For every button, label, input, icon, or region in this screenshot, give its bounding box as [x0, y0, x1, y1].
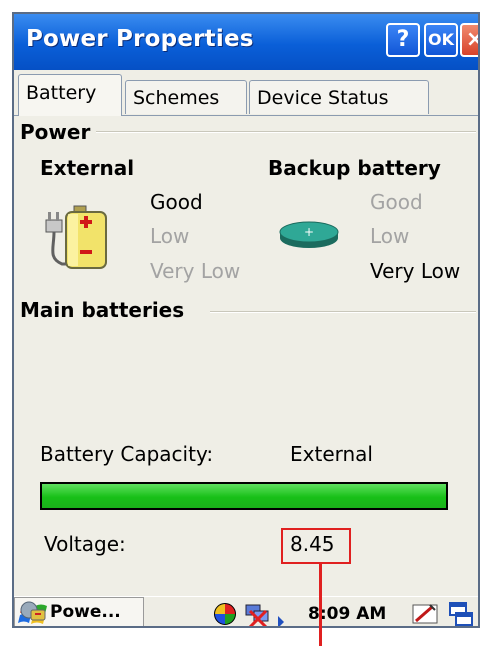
window-title: Power Properties [26, 26, 254, 52]
external-power-icon [45, 205, 107, 269]
title-bar: Power Properties ? OK × [14, 14, 478, 70]
power-section-divider [96, 131, 476, 133]
external-heading: External [40, 156, 135, 180]
external-level-very-low: Very Low [150, 259, 241, 283]
tab-strip: Battery Schemes Device Status [14, 70, 478, 116]
backup-level-low: Low [370, 224, 410, 248]
callout-line [319, 562, 322, 646]
help-button[interactable]: ? [386, 23, 420, 57]
backup-heading: Backup battery [268, 156, 441, 180]
tab-schemes[interactable]: Schemes [125, 80, 247, 114]
battery-capacity-value: External [290, 442, 373, 466]
taskbar: Powe... 8:09 AM [14, 596, 478, 628]
svg-text:+: + [304, 225, 314, 239]
tab-device-status[interactable]: Device Status [249, 80, 429, 114]
main-batteries-divider [210, 311, 476, 313]
backup-battery-icon: + [279, 221, 339, 248]
task-button-power[interactable]: Powe... [14, 597, 144, 626]
power-app-icon [20, 601, 46, 621]
input-panel-icon[interactable] [410, 599, 440, 628]
main-batteries-section-label: Main batteries [20, 298, 185, 322]
windows-switch-icon[interactable] [446, 599, 476, 628]
battery-capacity-bar [40, 482, 448, 510]
tab-battery[interactable]: Battery [18, 74, 122, 116]
voltage-value: 8.45 [290, 532, 335, 556]
ok-button[interactable]: OK [424, 23, 458, 57]
external-level-low: Low [150, 224, 190, 248]
task-button-label: Powe... [50, 602, 121, 622]
voltage-label: Voltage: [44, 532, 126, 556]
backup-level-very-low: Very Low [370, 259, 461, 283]
expand-arrow-icon[interactable] [276, 607, 286, 628]
backup-level-good: Good [370, 190, 423, 214]
external-level-good: Good [150, 190, 203, 214]
close-button[interactable]: × [460, 23, 478, 57]
device-screen: Power Properties ? OK × Battery Schemes … [12, 12, 480, 628]
sync-status-icon[interactable] [210, 599, 240, 628]
power-section-label: Power [20, 120, 91, 144]
battery-capacity-fill [42, 484, 446, 508]
network-disconnected-icon[interactable] [242, 599, 272, 628]
battery-capacity-label: Battery Capacity: [40, 442, 214, 466]
